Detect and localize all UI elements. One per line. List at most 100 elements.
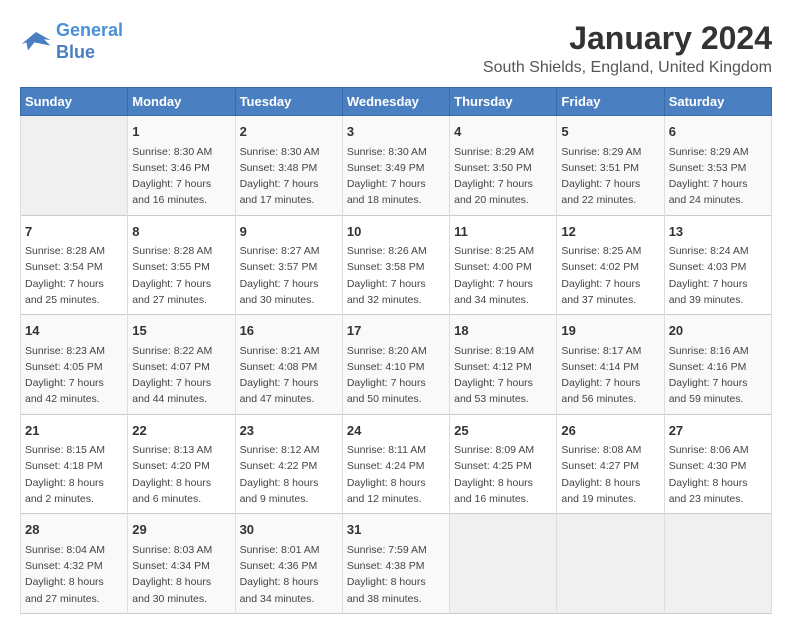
day-number: 17 — [347, 321, 445, 341]
day-cell: 5Sunrise: 8:29 AMSunset: 3:51 PMDaylight… — [557, 116, 664, 216]
day-number: 25 — [454, 421, 552, 441]
calendar-body: 1Sunrise: 8:30 AMSunset: 3:46 PMDaylight… — [21, 116, 772, 614]
day-number: 26 — [561, 421, 659, 441]
header: General Blue January 2024 South Shields,… — [20, 20, 772, 77]
day-number: 13 — [669, 222, 767, 242]
day-cell: 25Sunrise: 8:09 AMSunset: 4:25 PMDayligh… — [450, 414, 557, 514]
day-cell: 20Sunrise: 8:16 AMSunset: 4:16 PMDayligh… — [664, 315, 771, 415]
day-info: Sunrise: 8:01 AMSunset: 4:36 PMDaylight:… — [240, 542, 338, 607]
logo-line1: General — [56, 20, 123, 40]
day-info: Sunrise: 8:27 AMSunset: 3:57 PMDaylight:… — [240, 243, 338, 308]
day-cell: 17Sunrise: 8:20 AMSunset: 4:10 PMDayligh… — [342, 315, 449, 415]
day-number: 10 — [347, 222, 445, 242]
header-cell-monday: Monday — [128, 88, 235, 116]
day-number: 1 — [132, 122, 230, 142]
day-number: 7 — [25, 222, 123, 242]
day-info: Sunrise: 8:16 AMSunset: 4:16 PMDaylight:… — [669, 343, 767, 408]
day-cell: 9Sunrise: 8:27 AMSunset: 3:57 PMDaylight… — [235, 215, 342, 315]
day-cell: 28Sunrise: 8:04 AMSunset: 4:32 PMDayligh… — [21, 514, 128, 614]
day-info: Sunrise: 8:30 AMSunset: 3:48 PMDaylight:… — [240, 144, 338, 209]
day-number: 24 — [347, 421, 445, 441]
day-number: 21 — [25, 421, 123, 441]
day-cell: 30Sunrise: 8:01 AMSunset: 4:36 PMDayligh… — [235, 514, 342, 614]
day-cell: 4Sunrise: 8:29 AMSunset: 3:50 PMDaylight… — [450, 116, 557, 216]
day-number: 23 — [240, 421, 338, 441]
day-number: 28 — [25, 520, 123, 540]
day-info: Sunrise: 8:28 AMSunset: 3:55 PMDaylight:… — [132, 243, 230, 308]
day-number: 15 — [132, 321, 230, 341]
day-info: Sunrise: 8:28 AMSunset: 3:54 PMDaylight:… — [25, 243, 123, 308]
day-info: Sunrise: 8:29 AMSunset: 3:53 PMDaylight:… — [669, 144, 767, 209]
header-cell-sunday: Sunday — [21, 88, 128, 116]
header-cell-tuesday: Tuesday — [235, 88, 342, 116]
header-row: SundayMondayTuesdayWednesdayThursdayFrid… — [21, 88, 772, 116]
day-info: Sunrise: 8:30 AMSunset: 3:46 PMDaylight:… — [132, 144, 230, 209]
week-row-2: 14Sunrise: 8:23 AMSunset: 4:05 PMDayligh… — [21, 315, 772, 415]
day-cell: 14Sunrise: 8:23 AMSunset: 4:05 PMDayligh… — [21, 315, 128, 415]
day-info: Sunrise: 8:23 AMSunset: 4:05 PMDaylight:… — [25, 343, 123, 408]
day-cell: 31Sunrise: 7:59 AMSunset: 4:38 PMDayligh… — [342, 514, 449, 614]
day-cell: 19Sunrise: 8:17 AMSunset: 4:14 PMDayligh… — [557, 315, 664, 415]
logo-line2: Blue — [56, 42, 95, 62]
day-cell — [557, 514, 664, 614]
day-number: 5 — [561, 122, 659, 142]
day-info: Sunrise: 8:24 AMSunset: 4:03 PMDaylight:… — [669, 243, 767, 308]
day-cell: 18Sunrise: 8:19 AMSunset: 4:12 PMDayligh… — [450, 315, 557, 415]
day-cell: 13Sunrise: 8:24 AMSunset: 4:03 PMDayligh… — [664, 215, 771, 315]
day-cell: 7Sunrise: 8:28 AMSunset: 3:54 PMDaylight… — [21, 215, 128, 315]
day-info: Sunrise: 7:59 AMSunset: 4:38 PMDaylight:… — [347, 542, 445, 607]
logo-text: General Blue — [56, 20, 123, 63]
week-row-0: 1Sunrise: 8:30 AMSunset: 3:46 PMDaylight… — [21, 116, 772, 216]
day-number: 30 — [240, 520, 338, 540]
day-cell: 27Sunrise: 8:06 AMSunset: 4:30 PMDayligh… — [664, 414, 771, 514]
day-number: 22 — [132, 421, 230, 441]
day-cell: 8Sunrise: 8:28 AMSunset: 3:55 PMDaylight… — [128, 215, 235, 315]
day-number: 11 — [454, 222, 552, 242]
day-number: 9 — [240, 222, 338, 242]
day-number: 31 — [347, 520, 445, 540]
day-number: 20 — [669, 321, 767, 341]
day-info: Sunrise: 8:17 AMSunset: 4:14 PMDaylight:… — [561, 343, 659, 408]
day-cell — [450, 514, 557, 614]
header-cell-saturday: Saturday — [664, 88, 771, 116]
day-info: Sunrise: 8:20 AMSunset: 4:10 PMDaylight:… — [347, 343, 445, 408]
day-info: Sunrise: 8:13 AMSunset: 4:20 PMDaylight:… — [132, 442, 230, 507]
day-number: 4 — [454, 122, 552, 142]
day-number: 16 — [240, 321, 338, 341]
week-row-3: 21Sunrise: 8:15 AMSunset: 4:18 PMDayligh… — [21, 414, 772, 514]
day-cell: 29Sunrise: 8:03 AMSunset: 4:34 PMDayligh… — [128, 514, 235, 614]
day-info: Sunrise: 8:19 AMSunset: 4:12 PMDaylight:… — [454, 343, 552, 408]
day-cell: 21Sunrise: 8:15 AMSunset: 4:18 PMDayligh… — [21, 414, 128, 514]
day-number: 8 — [132, 222, 230, 242]
day-info: Sunrise: 8:22 AMSunset: 4:07 PMDaylight:… — [132, 343, 230, 408]
day-number: 29 — [132, 520, 230, 540]
title-area: January 2024 South Shields, England, Uni… — [483, 20, 772, 77]
logo: General Blue — [20, 20, 123, 63]
header-cell-friday: Friday — [557, 88, 664, 116]
day-info: Sunrise: 8:06 AMSunset: 4:30 PMDaylight:… — [669, 442, 767, 507]
calendar-subtitle: South Shields, England, United Kingdom — [483, 59, 772, 77]
day-info: Sunrise: 8:11 AMSunset: 4:24 PMDaylight:… — [347, 442, 445, 507]
day-cell: 2Sunrise: 8:30 AMSunset: 3:48 PMDaylight… — [235, 116, 342, 216]
day-info: Sunrise: 8:21 AMSunset: 4:08 PMDaylight:… — [240, 343, 338, 408]
day-cell: 22Sunrise: 8:13 AMSunset: 4:20 PMDayligh… — [128, 414, 235, 514]
day-cell: 12Sunrise: 8:25 AMSunset: 4:02 PMDayligh… — [557, 215, 664, 315]
day-number: 19 — [561, 321, 659, 341]
day-info: Sunrise: 8:08 AMSunset: 4:27 PMDaylight:… — [561, 442, 659, 507]
calendar-header: SundayMondayTuesdayWednesdayThursdayFrid… — [21, 88, 772, 116]
day-info: Sunrise: 8:25 AMSunset: 4:02 PMDaylight:… — [561, 243, 659, 308]
day-number: 18 — [454, 321, 552, 341]
day-cell — [21, 116, 128, 216]
day-number: 12 — [561, 222, 659, 242]
day-cell: 23Sunrise: 8:12 AMSunset: 4:22 PMDayligh… — [235, 414, 342, 514]
day-info: Sunrise: 8:30 AMSunset: 3:49 PMDaylight:… — [347, 144, 445, 209]
day-info: Sunrise: 8:12 AMSunset: 4:22 PMDaylight:… — [240, 442, 338, 507]
day-number: 2 — [240, 122, 338, 142]
day-cell: 3Sunrise: 8:30 AMSunset: 3:49 PMDaylight… — [342, 116, 449, 216]
header-cell-thursday: Thursday — [450, 88, 557, 116]
day-cell: 15Sunrise: 8:22 AMSunset: 4:07 PMDayligh… — [128, 315, 235, 415]
calendar-title: January 2024 — [483, 20, 772, 57]
day-info: Sunrise: 8:15 AMSunset: 4:18 PMDaylight:… — [25, 442, 123, 507]
day-cell: 26Sunrise: 8:08 AMSunset: 4:27 PMDayligh… — [557, 414, 664, 514]
day-number: 6 — [669, 122, 767, 142]
